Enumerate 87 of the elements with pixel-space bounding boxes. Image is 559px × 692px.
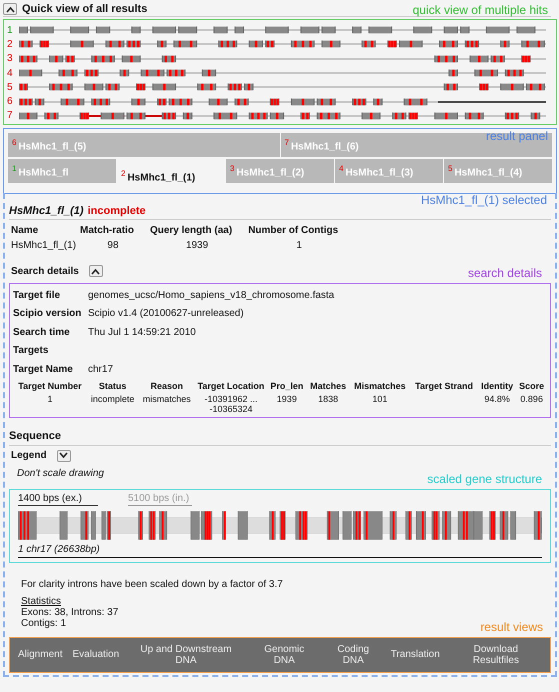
annotation-label: HsMhc1_fl_(1) selected [420,193,547,208]
field-value: genomes_ucsc/Homo_sapiens_v18_chromosome.fasta [88,290,334,301]
expand-button[interactable] [56,450,71,462]
exon-track-drawing[interactable] [19,112,546,120]
annotation-label: search details [468,266,542,280]
hit-number: 5 [7,82,14,93]
result-status: incomplete [88,205,146,218]
exon-scale-bar: 1400 bps (ex.) [18,492,98,506]
legend-label: Legend [11,450,47,462]
annotation-label: scaled gene structure [427,472,542,486]
table-cell-text: 101 [371,392,388,406]
result-tab[interactable]: $^{3}$ HsMhc1_fl_(2) [226,159,334,184]
section-title: Quick view of all results [22,3,148,15]
scaling-note: For clarity introns have been scaled down by a factor of 3.7 [21,578,284,590]
exon-track-drawing[interactable] [19,40,546,48]
column-header: Target Strand [414,380,474,393]
table-cell-text: 1 [46,392,54,406]
column-header: Status [98,380,128,393]
statistics-line: Exons: 38, Introns: 37 [21,606,118,618]
column-header: Identity [480,380,514,393]
result-name: HsMhc1_fl_(1) [9,205,84,218]
field-value: Thu Jul 1 14:59:21 2010 [88,326,196,338]
scale-toggle-link[interactable]: Don't scale drawing [17,468,104,479]
field-label: Targets [13,345,50,356]
table-cell-text: 98 [106,239,120,254]
field-label: Target Name [13,364,74,375]
statistics-heading: Statistics [21,596,62,607]
column-header: Matches [309,380,348,393]
column-header: Target Location [196,380,266,393]
table-cell-text: HsMhc1_fl_(1) [10,239,78,254]
column-header: Pro_len [269,380,304,393]
column-header: Mismatches [353,380,407,393]
annotation-label: result views [480,620,543,634]
annotation-label: quick view of multiple hits [412,3,548,17]
table-cell-text: 94.8% [483,392,511,406]
result-tab[interactable]: $^{4}$ HsMhc1_fl_(3) [335,159,443,184]
exon-track-drawing[interactable] [19,69,546,78]
field-label: Scipio version [13,308,82,320]
table-cell-text: 1 [295,239,303,254]
collapse-button[interactable] [3,3,17,15]
hit-number: 3 [7,53,14,64]
chevron-down-icon [59,452,68,460]
table-cell-text: 0.896 [519,392,544,406]
exon-track-drawing[interactable] [19,26,546,34]
table-cell-text: incomplete [90,392,136,406]
column-header: Target Number [17,380,83,393]
view-link[interactable]: Download Resultfiles [444,640,547,670]
exon-track-drawing[interactable] [19,98,546,106]
column-header: Match-ratio [79,224,135,238]
field-label: Search time [13,326,71,338]
gene-structure-drawing[interactable] [18,510,542,541]
field-value: chr17 [88,364,114,375]
column-header: Score [518,380,546,393]
column-header: Reason [149,380,184,393]
column-header: Query length (aa) [148,224,234,238]
intron-scale-bar: 5100 bps (in.) [128,492,192,506]
view-link[interactable]: Up and Downstream DNA [124,640,248,670]
view-link[interactable]: Genomic DNA [248,640,321,670]
statistics-line: Contigs: 1 [21,618,66,629]
view-link[interactable]: Evaluation [67,640,124,670]
hit-number: 7 [7,110,14,122]
exon-track-drawing[interactable] [19,83,546,92]
contig-label: 1 chr17 (26638bp) [18,544,542,558]
collapse-button[interactable] [88,265,103,278]
view-link[interactable]: Coding DNA [320,640,386,670]
section-title: Sequence [9,430,551,446]
result-tab[interactable]: $^{5}$ HsMhc1_fl_(4) [444,159,552,184]
table-cell-text: 1838 [317,392,340,406]
table-cell-text: mismatches [142,392,192,406]
column-header: Name [10,224,40,238]
table-cell-text: 1939 [276,392,298,406]
result-tab[interactable]: $^{6}$ HsMhc1_fl_(5) [8,133,280,158]
view-link[interactable]: Translation [386,640,445,670]
column-header: Number of Contigs [247,224,340,238]
chevron-up-icon [91,268,100,275]
table-cell-text: -10391962 ... -10365324 [203,392,259,415]
hit-number: 6 [7,96,14,108]
hit-number: 1 [7,24,14,36]
field-label: Target file [13,290,62,301]
field-value: Scipio v1.4 (20100627-unreleased) [88,308,244,320]
exon-track-drawing[interactable] [19,54,546,63]
hit-number: 2 [7,38,14,50]
hit-number: 4 [7,68,14,79]
section-title: Search details [11,266,79,277]
chevron-up-icon [6,6,14,12]
table-cell-text: 1939 [184,239,210,254]
view-link[interactable]: Alignment [13,640,68,670]
